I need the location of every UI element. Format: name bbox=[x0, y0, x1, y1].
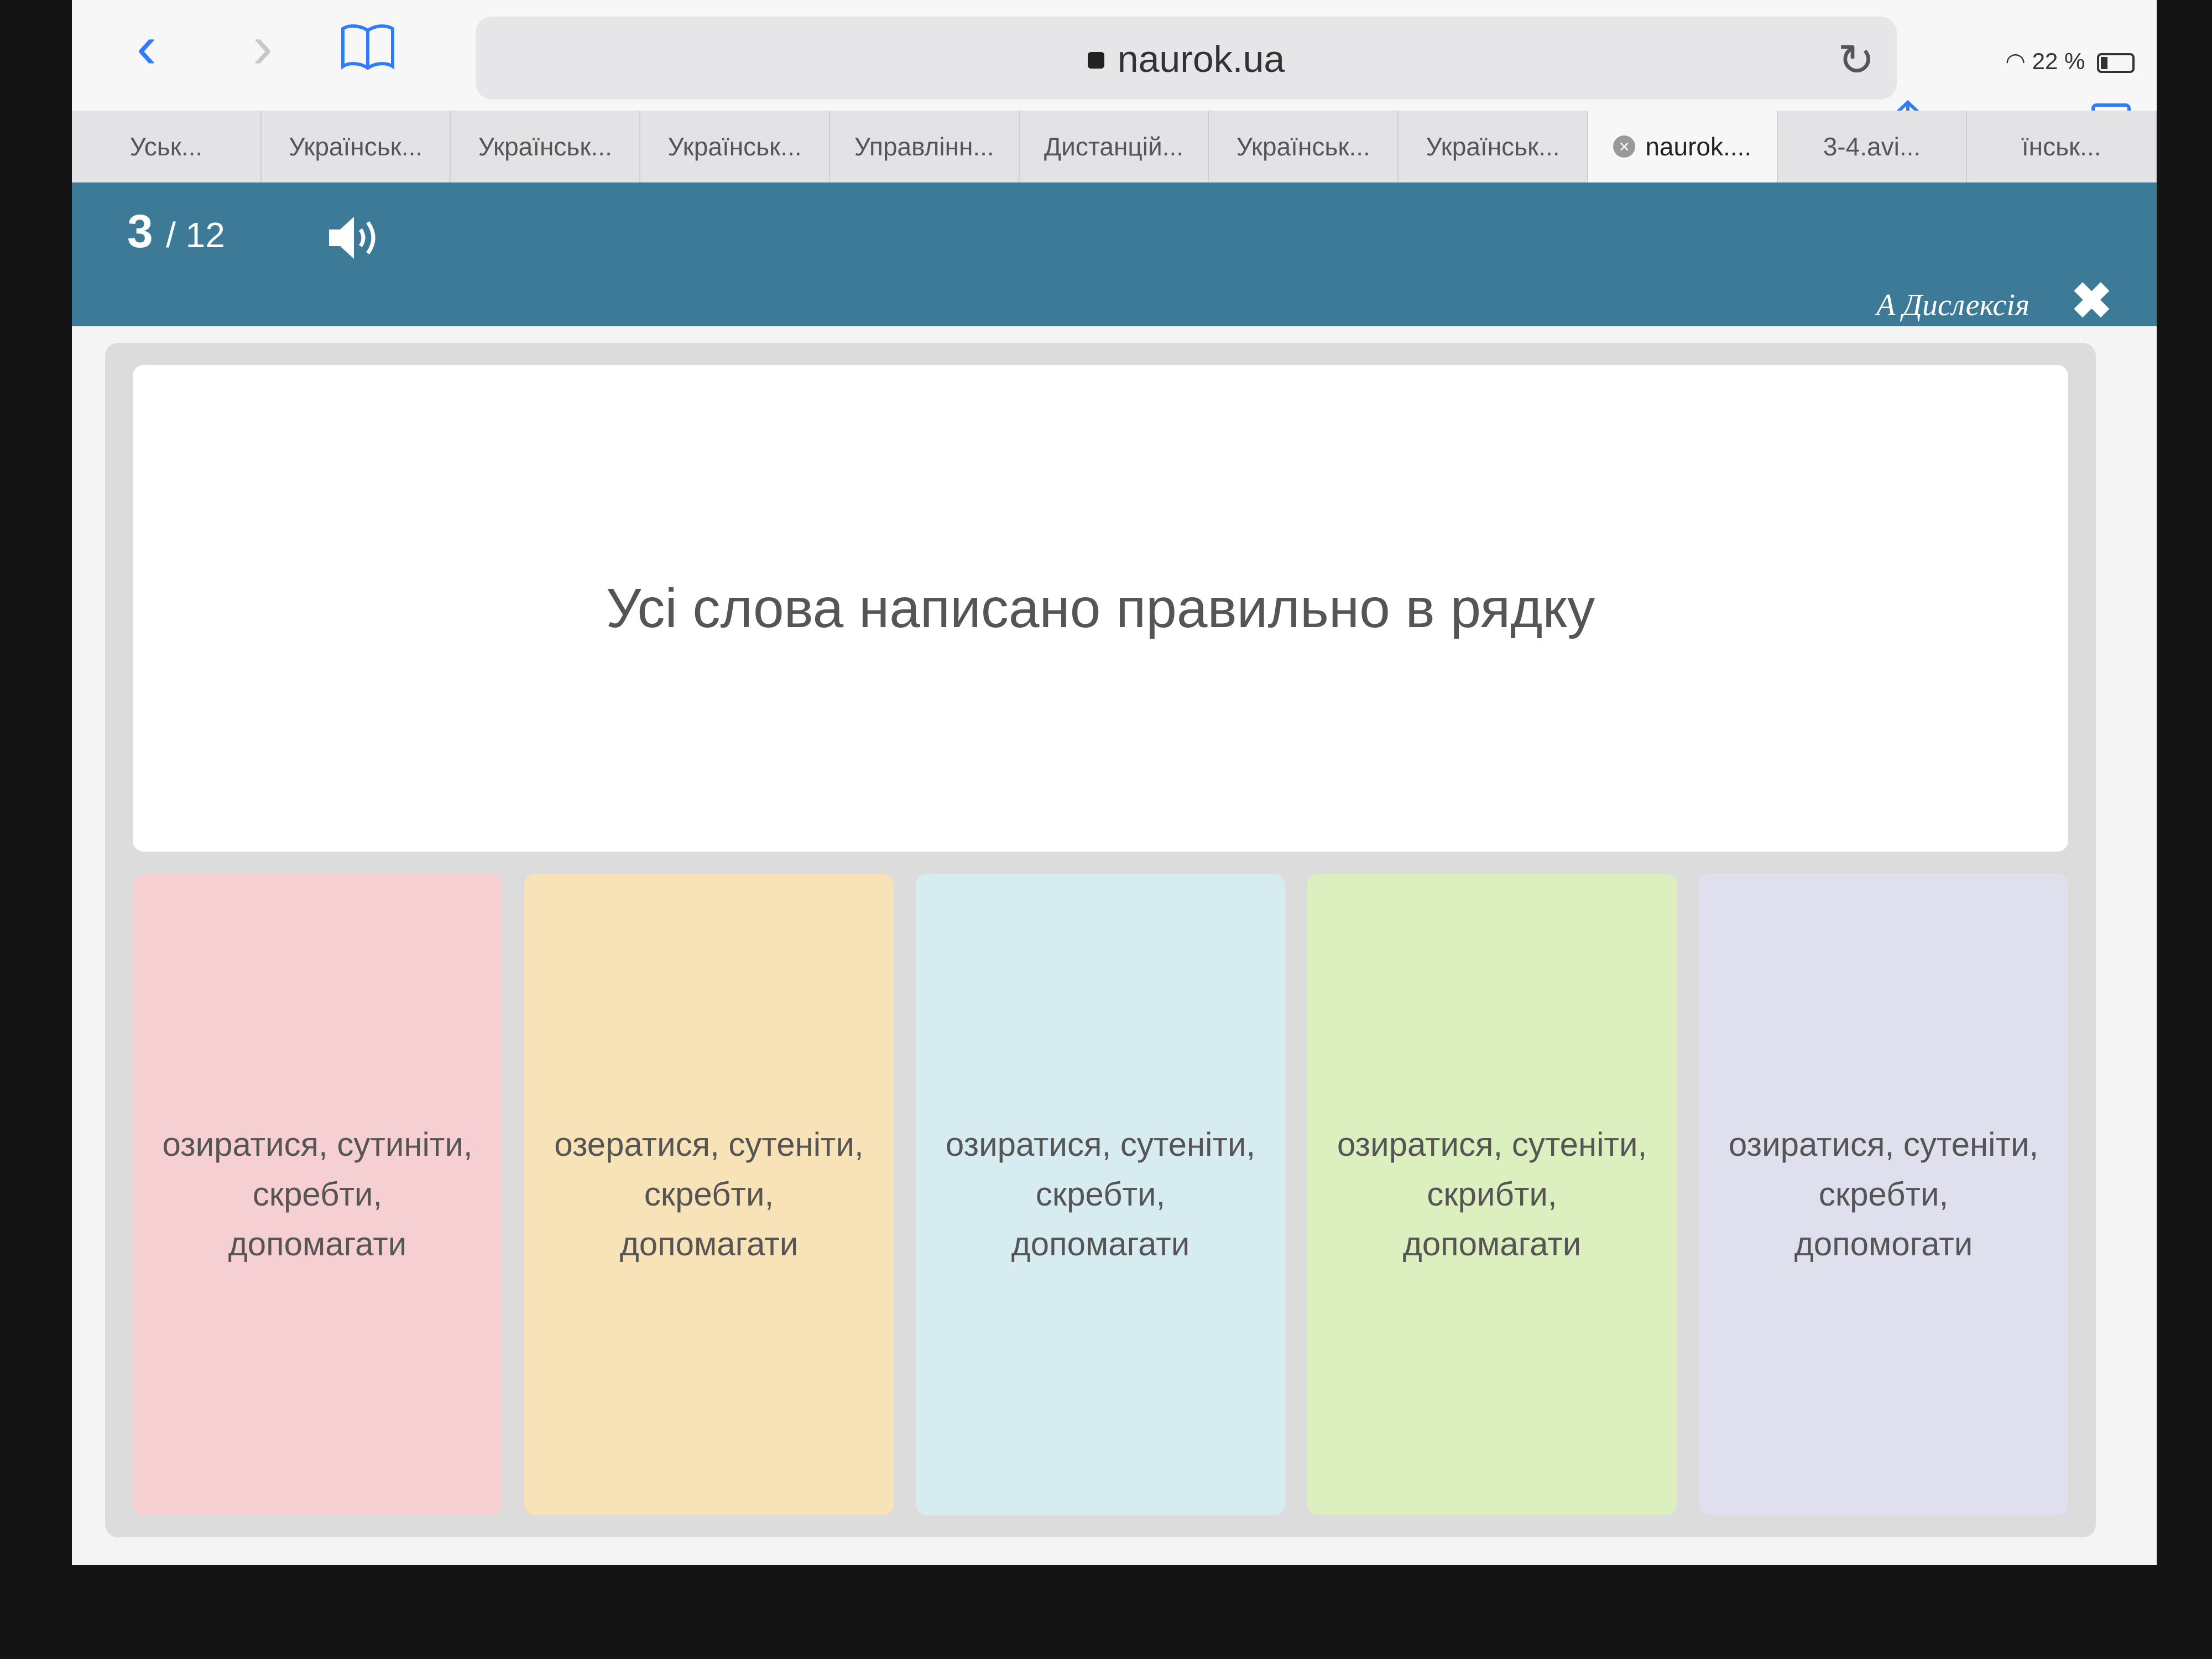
answer-line: допомагати bbox=[1011, 1225, 1190, 1262]
tab-3[interactable]: Українськ... bbox=[451, 111, 641, 182]
answer-line: допомагати bbox=[1402, 1225, 1582, 1262]
answer-line: допомагати bbox=[619, 1225, 799, 1262]
answer-options: озиратися, сутиніти, скребти, допомагати… bbox=[133, 874, 2068, 1515]
tab-1[interactable]: Уськ... bbox=[72, 111, 262, 182]
tablet-screen: ‹ › naurok.ua ↻ ◠ 22 % + Уськ... Українс… bbox=[72, 0, 2157, 1565]
battery-icon bbox=[2097, 53, 2135, 73]
speaker-icon[interactable] bbox=[326, 210, 387, 265]
tab-5[interactable]: Управлінн... bbox=[830, 111, 1020, 182]
answer-option-5[interactable]: озиратися, сутеніти, скребти, допомогати bbox=[1699, 874, 2068, 1515]
lock-icon bbox=[1087, 52, 1104, 69]
dyslexia-toggle[interactable]: A Дислексія bbox=[1876, 288, 2030, 323]
battery-text: 22 % bbox=[2032, 48, 2085, 74]
question-card: Усі слова написано правильно в рядку bbox=[133, 365, 2068, 852]
book-icon[interactable] bbox=[337, 17, 398, 77]
tab-4[interactable]: Українськ... bbox=[640, 111, 830, 182]
question-text: Усі слова написано правильно в рядку bbox=[606, 577, 1595, 639]
wifi-icon: ◠ bbox=[2005, 48, 2026, 74]
tab-10[interactable]: 3-4.avi... bbox=[1778, 111, 1968, 182]
answer-line: допомогати bbox=[1794, 1225, 1973, 1262]
answer-line: озиратися, сутеніти, bbox=[945, 1126, 1256, 1163]
answer-option-2[interactable]: озератися, сутеніти, скребти, допомагати bbox=[524, 874, 894, 1515]
answer-line: допомагати bbox=[228, 1225, 407, 1262]
question-counter: 3 / 12 bbox=[127, 205, 225, 258]
total-questions: / 12 bbox=[166, 215, 225, 255]
tab-label: naurok.... bbox=[1645, 132, 1752, 161]
current-question: 3 bbox=[127, 205, 153, 257]
url-text: naurok.ua bbox=[1117, 38, 1285, 80]
answer-line: скребти, bbox=[252, 1176, 383, 1213]
address-bar[interactable]: naurok.ua ↻ bbox=[476, 17, 1897, 100]
browser-toolbar: ‹ › naurok.ua ↻ ◠ 22 % bbox=[72, 0, 2157, 111]
quiz-header: 3 / 12 A Дислексія ✖ bbox=[72, 182, 2157, 326]
reload-icon[interactable]: ↻ bbox=[1838, 34, 1875, 86]
answer-line: скребти, bbox=[644, 1176, 774, 1213]
answer-option-3[interactable]: озиратися, сутеніти, скребти, допомагати bbox=[916, 874, 1285, 1515]
browser-tabs: Уськ... Українськ... Українськ... Україн… bbox=[72, 111, 2157, 182]
answer-line: озератися, сутеніти, bbox=[554, 1126, 864, 1163]
tab-naurok-active[interactable]: × naurok.... bbox=[1588, 111, 1778, 182]
answer-line: озиратися, сутеніти, bbox=[1337, 1126, 1647, 1163]
status-bar: ◠ 22 % bbox=[2005, 48, 2135, 75]
answer-line: скрибти, bbox=[1427, 1176, 1557, 1213]
tab-11[interactable]: їнськ... bbox=[1967, 111, 2157, 182]
back-icon[interactable]: ‹ bbox=[116, 17, 177, 77]
tab-8[interactable]: Українськ... bbox=[1399, 111, 1588, 182]
answer-option-1[interactable]: озиратися, сутиніти, скребти, допомагати bbox=[133, 874, 502, 1515]
quiz-area: Усі слова написано правильно в рядку ози… bbox=[105, 343, 2096, 1537]
answer-option-4[interactable]: озиратися, сутеніти, скрибти, допомагати bbox=[1307, 874, 1677, 1515]
tab-6[interactable]: Дистанцій... bbox=[1020, 111, 1209, 182]
forward-icon[interactable]: › bbox=[232, 17, 293, 77]
tab-7[interactable]: Українськ... bbox=[1209, 111, 1399, 182]
answer-line: озиратися, сутеніти, bbox=[1728, 1126, 2039, 1163]
tab-2[interactable]: Українськ... bbox=[262, 111, 451, 182]
answer-line: скребти, bbox=[1035, 1176, 1166, 1213]
answer-line: озиратися, сутиніти, bbox=[162, 1126, 473, 1163]
close-icon[interactable]: ✖ bbox=[2071, 276, 2112, 326]
answer-line: скребти, bbox=[1818, 1176, 1949, 1213]
tab-close-icon[interactable]: × bbox=[1613, 135, 1636, 158]
